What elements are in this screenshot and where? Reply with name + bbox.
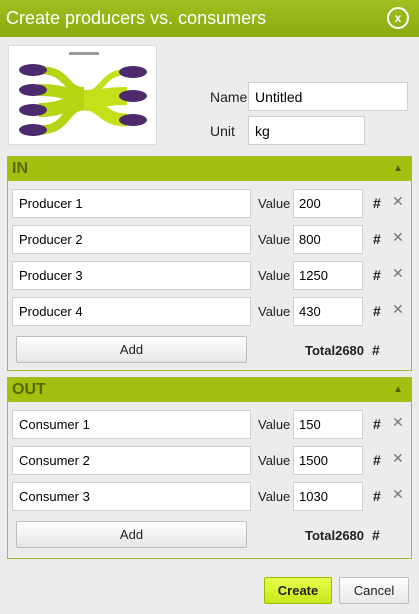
name-input[interactable] <box>248 82 408 111</box>
name-label: Name <box>210 89 248 105</box>
out-section-header[interactable]: OUT ▲ <box>8 378 411 402</box>
producer-value-input[interactable] <box>293 297 363 326</box>
delete-x-icon[interactable]: ✕ <box>392 229 404 246</box>
consumer-value-input[interactable] <box>293 446 363 475</box>
hash-label: # <box>373 452 381 468</box>
in-section-title: IN <box>12 160 28 177</box>
add-consumer-button[interactable]: Add <box>16 521 247 548</box>
in-row-1: Value # ✕ <box>12 189 408 219</box>
in-total-hash: # <box>372 342 380 358</box>
value-label: Value <box>258 304 291 319</box>
in-total: Total2680 <box>305 343 365 358</box>
producer-name-input[interactable] <box>12 225 251 254</box>
consumer-value-input[interactable] <box>293 482 363 511</box>
out-row-2: Value # ✕ <box>12 446 408 476</box>
chevron-up-icon[interactable]: ▲ <box>393 157 403 181</box>
hash-label: # <box>373 416 381 432</box>
dialog-titlebar: Create producers vs. consumers x <box>0 0 419 37</box>
out-total-hash: # <box>372 527 380 543</box>
out-total: Total2680 <box>305 528 365 543</box>
unit-label: Unit <box>210 123 235 139</box>
out-section-title: OUT <box>12 381 46 398</box>
delete-x-icon[interactable]: ✕ <box>392 193 404 210</box>
consumer-name-input[interactable] <box>12 446 251 475</box>
hash-label: # <box>373 231 381 247</box>
in-section: IN ▲ Value # ✕ Value # ✕ Value # ✕ Value <box>7 156 412 371</box>
delete-x-icon[interactable]: ✕ <box>392 301 404 318</box>
producer-value-input[interactable] <box>293 261 363 290</box>
producer-value-input[interactable] <box>293 189 363 218</box>
consumer-name-input[interactable] <box>12 482 251 511</box>
hash-label: # <box>373 195 381 211</box>
value-label: Value <box>258 232 291 247</box>
unit-input[interactable] <box>248 116 365 145</box>
out-section: OUT ▲ Value # ✕ Value # ✕ Value # ✕ Add … <box>7 377 412 559</box>
value-label: Value <box>258 268 291 283</box>
hash-label: # <box>373 488 381 504</box>
in-row-3: Value # ✕ <box>12 261 408 291</box>
close-icon[interactable]: x <box>387 7 409 29</box>
delete-x-icon[interactable]: ✕ <box>392 414 404 431</box>
dialog-content: Name Unit IN ▲ Value # ✕ Value # ✕ Value… <box>0 37 419 614</box>
value-label: Value <box>258 453 291 468</box>
hash-label: # <box>373 303 381 319</box>
diagram-thumbnail <box>8 45 157 145</box>
value-label: Value <box>258 489 291 504</box>
producer-value-input[interactable] <box>293 225 363 254</box>
consumer-value-input[interactable] <box>293 410 363 439</box>
value-label: Value <box>258 196 291 211</box>
consumer-name-input[interactable] <box>12 410 251 439</box>
sankey-preview-image <box>19 52 147 136</box>
producer-name-input[interactable] <box>12 297 251 326</box>
add-producer-button[interactable]: Add <box>16 336 247 363</box>
delete-x-icon[interactable]: ✕ <box>392 450 404 467</box>
chevron-up-icon[interactable]: ▲ <box>393 378 403 402</box>
hash-label: # <box>373 267 381 283</box>
out-row-3: Value # ✕ <box>12 482 408 512</box>
in-row-2: Value # ✕ <box>12 225 408 255</box>
delete-x-icon[interactable]: ✕ <box>392 265 404 282</box>
cancel-button[interactable]: Cancel <box>339 577 409 604</box>
in-section-header[interactable]: IN ▲ <box>8 157 411 181</box>
producer-name-input[interactable] <box>12 189 251 218</box>
in-row-4: Value # ✕ <box>12 297 408 327</box>
out-row-1: Value # ✕ <box>12 410 408 440</box>
delete-x-icon[interactable]: ✕ <box>392 486 404 503</box>
dialog-title: Create producers vs. consumers <box>6 8 267 28</box>
producer-name-input[interactable] <box>12 261 251 290</box>
create-button[interactable]: Create <box>264 577 332 604</box>
value-label: Value <box>258 417 291 432</box>
